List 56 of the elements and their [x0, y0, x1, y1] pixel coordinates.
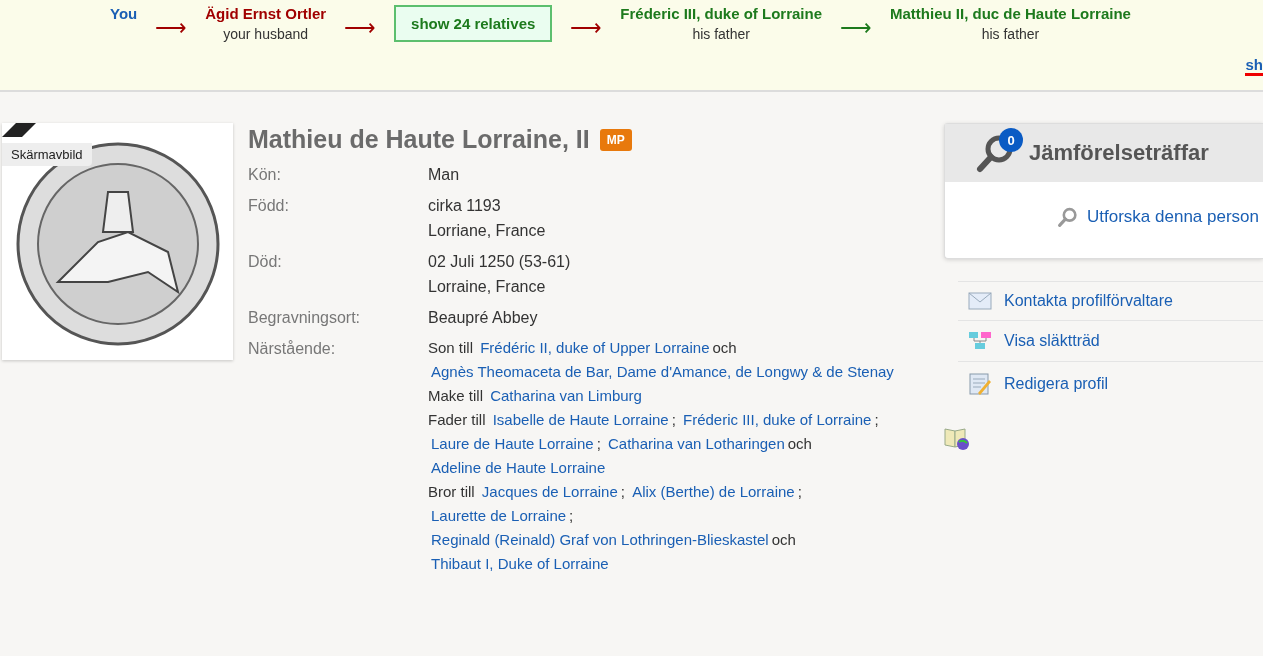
- relation-label: his father: [981, 26, 1040, 42]
- arrow-symbol: ⟶: [155, 15, 188, 41]
- fact-label: Född:: [248, 196, 290, 216]
- person-link[interactable]: Fréderic III, duke of Lorraine: [620, 5, 823, 22]
- explore-link[interactable]: Utforska denna person: [1087, 207, 1259, 227]
- fact-value: Man: [428, 165, 461, 185]
- relation-label: his father: [692, 26, 750, 42]
- person-link[interactable]: Adeline de Haute Lorraine: [431, 459, 606, 476]
- fact-label: Kön:: [248, 165, 282, 185]
- fact-value: 02 Juli 1250 (53-61): [428, 252, 572, 272]
- relation-line: Son till Frédéric II, duke of Upper Lorraine och Agnès Theomaceta de Bar, Dame d'Amance, de Longwy & de Stenay: [428, 338, 895, 382]
- card-title: Jämförelseträffar: [1029, 140, 1209, 166]
- screenshot-tag: Skärmavbild: [2, 143, 92, 166]
- person-link[interactable]: Laure de Haute Lorraine: [431, 435, 594, 452]
- tree-icon: [968, 331, 992, 351]
- envelope-icon: [968, 292, 992, 310]
- action-link[interactable]: Kontakta profilförvaltare: [1004, 292, 1173, 310]
- person-link[interactable]: Ägid Ernst Ortler: [205, 5, 327, 22]
- person-link[interactable]: You: [110, 5, 138, 22]
- fact-label: Död:: [248, 252, 283, 272]
- relation-label: your husband: [223, 26, 309, 42]
- corner-mark: [2, 123, 36, 137]
- fact-value: cirka 1193: [428, 196, 502, 216]
- relation-line: Bror till Jacques de Lorraine ; Alix (Berthe) de Lorraine ; Laurette de Lorraine ; Reginald (Reinald) Graf von Lothringen-Blieskastel och Thibaut I, Duke of Lorraine: [428, 482, 803, 574]
- fact-label: Närstående:: [248, 339, 337, 359]
- person-link[interactable]: Thibaut I, Duke of Lorraine: [431, 555, 609, 572]
- person-link[interactable]: Isabelle de Haute Lorraine: [492, 411, 669, 428]
- action-link[interactable]: Visa släktträd: [1004, 332, 1100, 350]
- relation-line: Fader till Isabelle de Haute Lorraine ; Fréderic III, duke of Lorraine ; Laure de Haute Lorraine ; Catharina van Lotharingen och Adeline de Haute Lorraine: [428, 410, 880, 478]
- edit-icon: [968, 372, 992, 396]
- person-link[interactable]: Jacques de Lorraine: [481, 483, 618, 500]
- person-link[interactable]: Frédéric II, duke of Upper Lorraine: [480, 339, 710, 356]
- person-link[interactable]: Catharina van Lotharingen: [607, 435, 785, 452]
- fact-value: Lorraine, France: [428, 277, 547, 297]
- person-link[interactable]: Laurette de Lorraine: [431, 507, 567, 524]
- arrow-symbol: ⟶: [344, 15, 377, 41]
- fact-label: Begravningsort:: [248, 308, 362, 328]
- arrow-symbol: ⟶: [840, 15, 873, 41]
- arrow-symbol: ⟶: [570, 15, 603, 41]
- book-globe-icon: [944, 426, 970, 450]
- relation-line: Make till Catharina van Limburg: [428, 386, 643, 406]
- person-link[interactable]: Alix (Berthe) de Lorraine: [632, 483, 795, 500]
- profile-name: Mathieu de Haute Lorraine, II: [248, 125, 590, 154]
- person-link[interactable]: Matthieu II, duc de Haute Lorraine: [890, 5, 1131, 22]
- more-link[interactable]: sh: [1245, 56, 1263, 76]
- action-link[interactable]: Redigera profil: [1004, 375, 1109, 393]
- fact-value: Lorriane, France: [428, 221, 547, 241]
- fact-value: Beaupré Abbey: [428, 308, 539, 328]
- show-relatives-button[interactable]: show 24 relatives: [394, 5, 553, 42]
- manager-badge: MP: [599, 128, 632, 151]
- count-badge: 0: [999, 128, 1023, 152]
- person-link[interactable]: Fréderic III, duke of Lorraine: [683, 411, 872, 428]
- search-icon: [1057, 206, 1079, 228]
- person-link[interactable]: Catharina van Limburg: [490, 387, 642, 404]
- person-link[interactable]: Agnès Theomaceta de Bar, Dame d'Amance, de Longwy & de Stenay: [431, 363, 894, 380]
- person-link[interactable]: Reginald (Reinald) Graf von Lothringen-Blieskastel: [431, 531, 769, 548]
